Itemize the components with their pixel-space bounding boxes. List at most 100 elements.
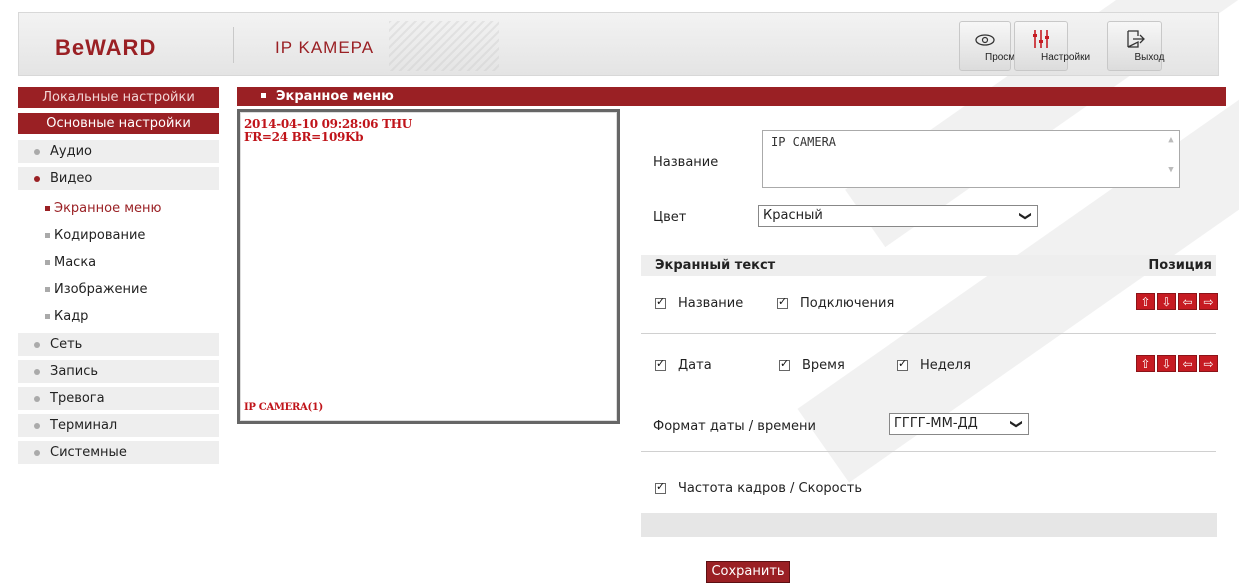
checkbox-week[interactable]: Неделя [897,357,971,373]
bullet-icon [34,395,40,402]
sidebar-item-network[interactable]: Сеть [18,333,219,356]
checkbox-label: Частота кадров / Скорость [678,481,863,496]
bullet-icon [45,260,50,265]
sidebar-sub-label: Экранное меню [54,201,162,216]
name-value: IP CAMERA [771,135,837,149]
sidebar-item-label: Видео [50,171,93,186]
settings-button-label: Настройки [1041,52,1091,63]
date-format-label: Формат даты / времени [653,419,816,434]
color-select[interactable]: Красный ❯ [758,205,1038,227]
product-title: IP KAMEPA [275,38,375,57]
sidebar-basic-settings[interactable]: Основные настройки [18,113,219,134]
bullet-icon [45,314,50,319]
sidebar-item-audio[interactable]: Аудио [18,140,219,163]
sidebar-item-label: Сеть [50,337,83,352]
sidebar-sub-encoding[interactable]: Кодирование [18,222,219,249]
form-footer-bar [641,513,1217,537]
color-label: Цвет [653,210,687,225]
bullet-icon [34,368,40,375]
watermark [797,7,1239,483]
sidebar-item-system[interactable]: Системные [18,441,219,464]
date-format-select[interactable]: ГГГГ-ММ-ДД ❯ [889,413,1029,435]
bullet-icon [45,233,50,238]
exit-button-label: Выход [1134,52,1165,63]
sidebar-item-terminal[interactable]: Терминал [18,414,219,437]
position-arrows-1: ⇧ ⇩ ⇦ ⇨ [1136,293,1220,310]
exit-button[interactable]: Выход [1107,21,1165,71]
section-title: Экранный текст [655,258,776,273]
sidebar-local-settings[interactable]: Локальные настройки [18,87,219,108]
arrow-down-icon[interactable]: ⇩ [1157,293,1176,310]
osd-datetime: 2014-04-10 09:28:06 THU [244,117,412,131]
exit-icon [1126,30,1145,48]
sidebar-sub-label: Кодирование [54,228,146,243]
arrow-right-icon[interactable]: ⇨ [1199,293,1218,310]
video-preview: 2014-04-10 09:28:06 THU FR=24 BR=109Kb I… [237,109,620,424]
sliders-icon [1033,30,1049,48]
osd-bitrate: FR=24 BR=109Kb [244,130,364,144]
page-title: Экранное меню [276,89,394,104]
sidebar-sub-label: Маска [54,255,97,270]
sidebar-sub-label: Изображение [54,282,148,297]
checkbox-label: Время [802,358,845,373]
view-button[interactable]: Просмотр [959,21,1031,71]
sidebar-sub-mask[interactable]: Маска [18,249,219,276]
checkbox-framerate[interactable]: Частота кадров / Скорость [655,480,863,496]
sidebar-sub-label: Кадр [54,309,89,324]
sidebar-item-label: Тревога [50,391,105,406]
brand-logo: BeWARD [55,35,157,60]
checkbox-label: Дата [678,358,712,373]
checkbox-icon [655,295,666,309]
osd-camera-name: IP CAMERA(1) [244,402,323,413]
textarea-scrollbar[interactable]: ▲ ▼ [1165,135,1177,183]
checkbox-name[interactable]: Название [655,295,744,311]
checkbox-time[interactable]: Время [779,357,845,373]
header-bar: BeWARD IP KAMEPA Просмотр Настройки Выхо… [18,12,1219,76]
sidebar-item-video[interactable]: Видео [18,167,219,190]
position-title: Позиция [1148,258,1212,273]
sidebar-sub-image[interactable]: Изображение [18,276,219,303]
save-button[interactable]: Сохранить [706,561,790,583]
checkbox-icon [777,295,788,309]
bullet-icon [34,148,40,155]
date-format-value: ГГГГ-ММ-ДД [894,416,978,431]
header-decoration [389,21,499,71]
bullet-icon [45,206,50,211]
chevron-down-icon: ❯ [1009,418,1024,430]
title-bullet-icon [261,93,266,98]
bullet-icon [34,449,40,456]
checkbox-label: Название [678,296,744,311]
eye-icon [975,34,995,46]
arrow-left-icon[interactable]: ⇦ [1178,293,1197,310]
checkbox-label: Подключения [800,296,895,311]
arrow-down-icon[interactable]: ⇩ [1157,355,1176,372]
checkbox-date[interactable]: Дата [655,357,712,373]
arrow-up-icon[interactable]: ⇧ [1136,355,1155,372]
header-divider [233,27,234,63]
page-title-bar: Экранное меню [237,87,1226,106]
arrow-left-icon[interactable]: ⇦ [1178,355,1197,372]
sidebar-item-label: Терминал [50,418,118,433]
checkbox-icon [779,357,790,371]
sidebar-item-alarm[interactable]: Тревога [18,387,219,410]
checkbox-icon [655,357,666,371]
separator [641,451,1216,452]
checkbox-icon [655,480,666,494]
settings-button[interactable]: Настройки [1014,21,1090,71]
separator [641,333,1216,334]
name-label: Название [653,155,719,170]
bullet-icon [34,341,40,348]
color-select-value: Красный [763,208,823,223]
sidebar-item-label: Системные [50,445,127,460]
sidebar-sub-osd[interactable]: Экранное меню [18,195,219,222]
checkbox-label: Неделя [920,358,971,373]
sidebar-sub-frame[interactable]: Кадр [18,303,219,330]
name-input[interactable]: IP CAMERA ▲ ▼ [762,130,1180,188]
arrow-up-icon[interactable]: ⇧ [1136,293,1155,310]
chevron-down-icon: ❯ [1018,210,1033,222]
sidebar-item-record[interactable]: Запись [18,360,219,383]
checkbox-connections[interactable]: Подключения [777,295,895,311]
arrow-right-icon[interactable]: ⇨ [1199,355,1218,372]
position-arrows-2: ⇧ ⇩ ⇦ ⇨ [1136,355,1220,372]
bullet-icon [45,287,50,292]
